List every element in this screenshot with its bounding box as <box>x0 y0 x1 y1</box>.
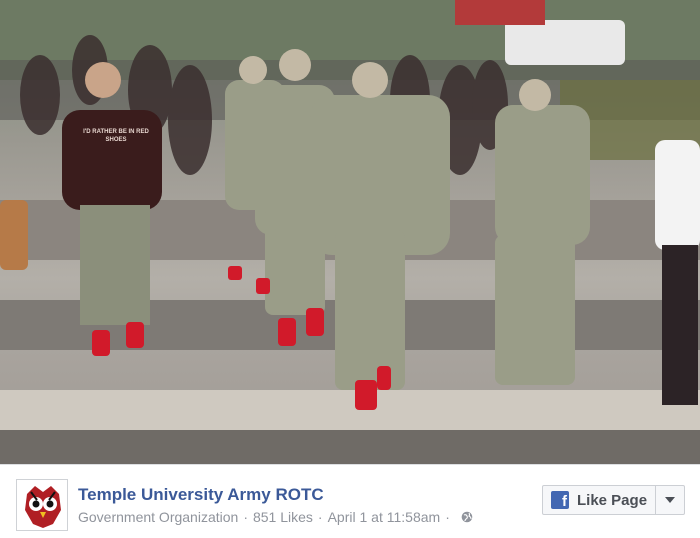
like-page-button[interactable]: f Like Page <box>543 486 657 514</box>
meta-separator: · <box>317 509 323 525</box>
owl-logo-icon[interactable] <box>16 479 68 531</box>
post-meta: Government Organization · 851 Likes · Ap… <box>78 509 473 525</box>
photo-scene <box>0 0 700 464</box>
facebook-icon: f <box>551 491 569 509</box>
like-count[interactable]: 851 Likes <box>253 509 313 525</box>
page-category[interactable]: Government Organization <box>78 509 238 525</box>
shirt-text: I'D RATHER BE IN RED SHOES <box>83 129 149 143</box>
globe-icon[interactable] <box>461 511 473 523</box>
post-photo[interactable]: I'D RATHER BE IN RED SHOES <box>0 0 700 464</box>
meta-separator: · <box>445 509 450 525</box>
like-page-dropdown[interactable] <box>656 486 684 514</box>
like-page-label: Like Page <box>577 491 648 509</box>
meta-separator: · <box>243 509 248 525</box>
chevron-down-icon <box>665 497 676 503</box>
post-timestamp[interactable]: April 1 at 11:58am <box>328 509 441 525</box>
like-page-control: f Like Page <box>542 485 686 515</box>
page-name-link[interactable]: Temple University Army ROTC <box>78 485 324 505</box>
